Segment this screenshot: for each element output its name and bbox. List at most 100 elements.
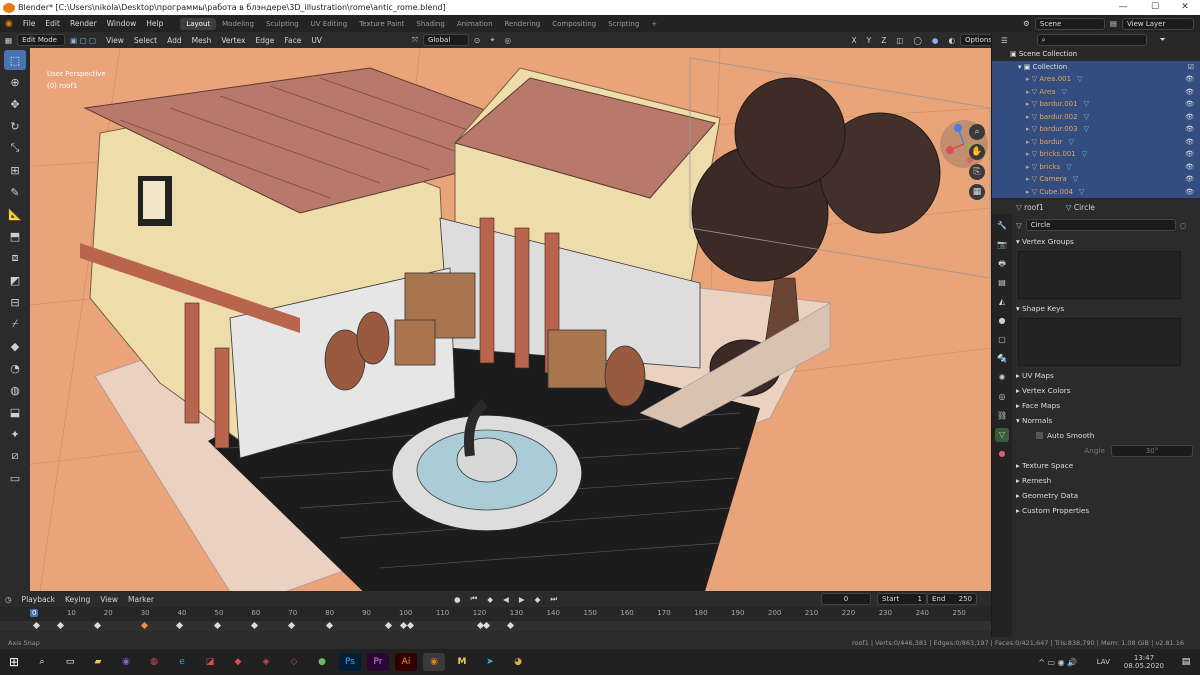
menu-edit[interactable]: Edit bbox=[40, 19, 65, 28]
visibility-icon[interactable]: 👁 bbox=[1185, 100, 1200, 108]
outliner-item[interactable]: ▸ ▽ bardur.002 ▽ 👁 bbox=[992, 110, 1200, 123]
next-key-icon[interactable]: ◆ bbox=[530, 595, 546, 604]
section-uv-maps[interactable]: ▸ UV Maps bbox=[1012, 368, 1200, 383]
xray-icon[interactable]: ◫ bbox=[891, 36, 908, 45]
close-button[interactable]: ✕ bbox=[1170, 0, 1200, 15]
shrink-icon[interactable]: ✦ bbox=[4, 424, 26, 444]
orientation-selector[interactable]: Global bbox=[422, 34, 469, 46]
axis-x-toggle[interactable]: X bbox=[847, 36, 862, 45]
menu-file[interactable]: File bbox=[18, 19, 41, 28]
keyframe[interactable] bbox=[213, 621, 222, 630]
blender-menu-icon[interactable]: ◉ bbox=[0, 19, 18, 29]
visibility-icon[interactable]: 👁 bbox=[1185, 125, 1200, 133]
menu-window[interactable]: Window bbox=[102, 19, 142, 28]
section-vertex-groups[interactable]: ▾ Vertex Groups bbox=[1012, 234, 1200, 249]
frame-ruler[interactable]: 0 10 20 30 40 50 60 70 80 90 100 110 120 130 140 150 160… bbox=[0, 607, 991, 621]
shear-icon[interactable]: ⧄ bbox=[4, 446, 26, 466]
auto-smooth-checkbox[interactable] bbox=[1036, 432, 1043, 439]
transform-icon[interactable]: ⊞ bbox=[4, 160, 26, 180]
keyframe[interactable] bbox=[325, 621, 334, 630]
edge-slide-icon[interactable]: ⬓ bbox=[4, 402, 26, 422]
fake-user-icon[interactable]: ◌ bbox=[1176, 221, 1187, 230]
scale-icon[interactable]: ⤡ bbox=[4, 138, 26, 158]
section-vertex-colors[interactable]: ▸ Vertex Colors bbox=[1012, 383, 1200, 398]
shape-keys-list[interactable] bbox=[1018, 318, 1181, 366]
menu-playback[interactable]: Playback bbox=[17, 595, 60, 604]
section-normals[interactable]: ▾ Normals bbox=[1012, 413, 1200, 428]
section-geometry-data[interactable]: ▸ Geometry Data bbox=[1012, 488, 1200, 503]
section-remesh[interactable]: ▸ Remesh bbox=[1012, 473, 1200, 488]
menu-help[interactable]: Help bbox=[141, 19, 168, 28]
snap-icon[interactable]: ⌖ bbox=[485, 35, 499, 45]
keyframe[interactable] bbox=[506, 621, 515, 630]
menu-view[interactable]: View bbox=[101, 36, 129, 45]
knife-icon[interactable]: ⌿ bbox=[4, 314, 26, 334]
prev-key-icon[interactable]: ◆ bbox=[482, 595, 498, 604]
tab-texture-paint[interactable]: Texture Paint bbox=[353, 18, 410, 30]
outliner-item[interactable]: ▸ ▽ Camera ▽ 👁 bbox=[992, 173, 1200, 186]
auto-smooth-row[interactable]: Auto Smooth bbox=[1012, 428, 1200, 443]
premiere-icon[interactable]: Pr bbox=[367, 653, 389, 671]
world-tab-icon[interactable]: ● bbox=[995, 314, 1009, 328]
menu-edge[interactable]: Edge bbox=[250, 36, 279, 45]
visibility-icon[interactable]: 👁 bbox=[1185, 88, 1200, 96]
jump-end-icon[interactable]: ⏭ bbox=[545, 594, 562, 604]
axis-z-toggle[interactable]: Z bbox=[876, 36, 891, 45]
keyboard-language[interactable]: LAV bbox=[1091, 658, 1116, 666]
rip-icon[interactable]: ▭ bbox=[4, 468, 26, 488]
tab-layout[interactable]: Layout bbox=[180, 17, 217, 30]
mesh-name-field[interactable]: Circle bbox=[1025, 219, 1176, 231]
visibility-icon[interactable]: 👁 bbox=[1185, 175, 1200, 183]
pivot-icon[interactable]: ⊙ bbox=[469, 36, 485, 45]
ortho-grid-icon[interactable]: ▦ bbox=[969, 184, 985, 200]
bevel-icon[interactable]: ◩ bbox=[4, 270, 26, 290]
keyframe[interactable] bbox=[93, 621, 102, 630]
photoshop-icon[interactable]: Ps bbox=[339, 653, 361, 671]
tray-icons[interactable]: ^ ▭ ◉ 🔊 bbox=[1028, 653, 1088, 671]
edge-browser-icon[interactable]: e bbox=[171, 653, 193, 671]
section-texture-space[interactable]: ▸ Texture Space bbox=[1012, 458, 1200, 473]
keyframe[interactable] bbox=[140, 621, 149, 630]
end-frame-field[interactable]: End 250 bbox=[927, 593, 977, 605]
app-icon[interactable]: ◈ bbox=[255, 653, 277, 671]
constraints-tab-icon[interactable]: ⛓ bbox=[995, 409, 1009, 423]
material-tab-icon[interactable]: ● bbox=[995, 447, 1009, 461]
visibility-icon[interactable]: 👁 bbox=[1185, 75, 1200, 83]
tool-tab-icon[interactable]: 🔧 bbox=[995, 219, 1009, 233]
collection-row[interactable]: ▾ ▣ Collection ☑ bbox=[992, 60, 1200, 73]
mode-selector[interactable]: Edit Mode bbox=[17, 34, 66, 46]
notifications-icon[interactable]: ▤ bbox=[1175, 653, 1197, 671]
play-icon[interactable]: ▶ bbox=[514, 595, 530, 604]
outliner-item[interactable]: ▸ ▽ Area ▽ 👁 bbox=[992, 85, 1200, 98]
current-frame-field[interactable]: 0 bbox=[821, 593, 871, 605]
tab-scripting[interactable]: Scripting bbox=[602, 18, 645, 30]
keyframe[interactable] bbox=[406, 621, 415, 630]
outliner-item[interactable]: ▸ ▽ bardur.003 ▽ 👁 bbox=[992, 123, 1200, 136]
outliner-search-input[interactable]: ⌕ bbox=[1036, 34, 1147, 46]
extrude-icon[interactable]: ⬒ bbox=[4, 226, 26, 246]
keyframe[interactable] bbox=[56, 621, 65, 630]
section-face-maps[interactable]: ▸ Face Maps bbox=[1012, 398, 1200, 413]
outliner-item[interactable]: ▸ ▽ bricks ▽ 👁 bbox=[992, 160, 1200, 173]
section-shape-keys[interactable]: ▾ Shape Keys bbox=[1012, 301, 1200, 316]
particles-tab-icon[interactable]: ✺ bbox=[995, 371, 1009, 385]
output-tab-icon[interactable]: 🖶 bbox=[995, 257, 1009, 271]
annotate-icon[interactable]: ✎ bbox=[4, 182, 26, 202]
chrome-icon[interactable]: ◕ bbox=[507, 653, 529, 671]
add-workspace-button[interactable]: + bbox=[645, 18, 663, 30]
physics-tab-icon[interactable]: ◎ bbox=[995, 390, 1009, 404]
clock[interactable]: 13:47 08.05.2020 bbox=[1116, 654, 1172, 670]
keyframe-track[interactable] bbox=[0, 621, 991, 631]
measure-icon[interactable]: 📐 bbox=[4, 204, 26, 224]
visibility-icon[interactable]: 👁 bbox=[1185, 163, 1200, 171]
menu-vertex[interactable]: Vertex bbox=[216, 36, 250, 45]
object-tab-icon[interactable]: ▢ bbox=[995, 333, 1009, 347]
loop-cut-icon[interactable]: ⊟ bbox=[4, 292, 26, 312]
vertex-groups-list[interactable] bbox=[1018, 251, 1181, 299]
menu-marker[interactable]: Marker bbox=[123, 595, 159, 604]
menu-select[interactable]: Select bbox=[129, 36, 162, 45]
pan-hand-icon[interactable]: ✋ bbox=[969, 144, 985, 160]
maximize-button[interactable]: ☐ bbox=[1140, 0, 1170, 15]
app-icon[interactable]: ◇ bbox=[283, 653, 305, 671]
smooth-icon[interactable]: ◍ bbox=[4, 380, 26, 400]
